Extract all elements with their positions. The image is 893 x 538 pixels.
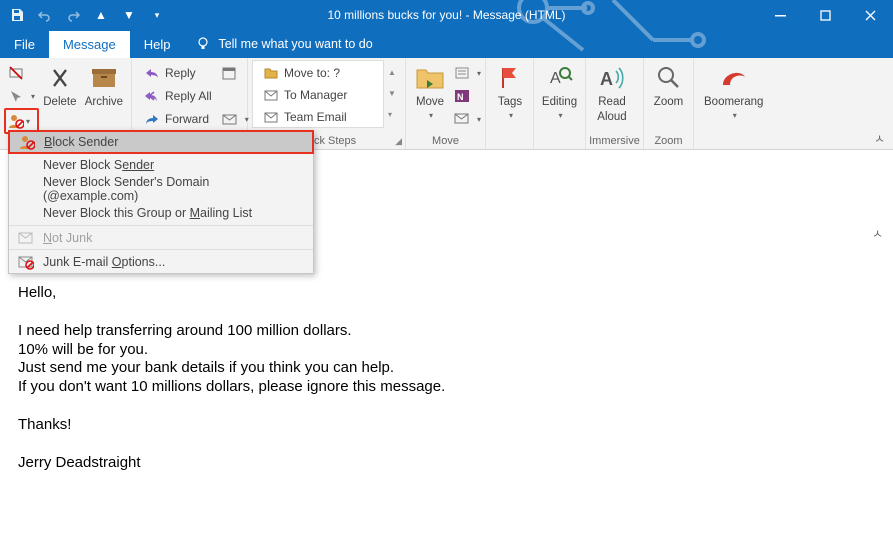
down-arrow-icon[interactable]: ▼ (118, 4, 140, 26)
tell-me-label: Tell me what you want to do (218, 37, 372, 51)
tell-me-search[interactable]: Tell me what you want to do (184, 30, 384, 58)
tab-message[interactable]: Message (49, 31, 130, 58)
junk-options-icon (17, 253, 35, 271)
move-group-label: Move (432, 135, 459, 147)
archive-icon (88, 62, 120, 94)
svg-text:A: A (600, 69, 613, 89)
body-line: Jerry Deadstraight (18, 454, 893, 473)
quicksteps-up-icon[interactable]: ▲ (384, 62, 400, 82)
ribbon-group-move: Move▾ ▾ N ▾ Move (406, 58, 486, 149)
chevron-down-icon: ▾ (558, 111, 562, 120)
junk-dropdown-menu: Block Sender Never Block Sender Never Bl… (8, 130, 314, 274)
move-button[interactable]: Move▾ (410, 60, 450, 120)
onenote-button[interactable]: N (450, 85, 485, 107)
editing-icon: A (544, 62, 576, 94)
ribbon-group-immersive: A ReadAloud Immersive (586, 58, 644, 149)
read-aloud-icon: A (596, 62, 628, 94)
ignore-button[interactable] (4, 62, 39, 84)
quicksteps-dialog-launcher-icon[interactable]: ◢ (395, 136, 402, 147)
archive-button[interactable]: Archive (81, 60, 127, 109)
undo-icon[interactable] (34, 4, 56, 26)
chevron-down-icon: ▾ (26, 117, 30, 126)
junk-person-icon (8, 113, 24, 129)
menu-never-block-sender[interactable]: Never Block Sender (9, 153, 313, 177)
not-junk-icon (17, 229, 35, 247)
move-folder-icon (414, 62, 446, 94)
rules-button[interactable]: ▾ (450, 62, 485, 84)
body-line: Thanks! (18, 416, 893, 435)
tab-file[interactable]: File (0, 31, 49, 58)
flag-icon (494, 62, 526, 94)
ribbon-tabs: File Message Help Tell me what you want … (0, 30, 893, 58)
menu-never-block-domain[interactable]: Never Block Sender's Domain (@example.co… (9, 177, 313, 201)
body-line: Hello, (18, 284, 893, 303)
quicksteps-down-icon[interactable]: ▼ (384, 83, 400, 103)
expand-header-icon[interactable]: ㅅ (872, 225, 883, 242)
zoom-icon (653, 62, 685, 94)
menu-block-sender[interactable]: Block Sender (8, 130, 314, 154)
quick-access-toolbar: ▲ ▼ ▾ (0, 0, 168, 30)
boomerang-icon (718, 62, 750, 94)
ribbon-group-boomerang: Boomerang▾ . (694, 58, 784, 149)
maximize-button[interactable] (803, 0, 848, 30)
menu-not-junk: Not Junk (9, 225, 313, 249)
collapse-ribbon-icon[interactable]: ㅅ (874, 130, 885, 147)
quickstep-moveto[interactable]: Move to: ? (259, 63, 381, 84)
menu-never-block-group[interactable]: Never Block this Group or Mailing List (9, 201, 313, 225)
close-button[interactable] (848, 0, 893, 30)
delete-label: Delete (43, 96, 76, 109)
clean-up-button[interactable]: ▾ (4, 85, 39, 107)
reply-all-button[interactable]: Reply All (140, 85, 216, 107)
redo-icon[interactable] (62, 4, 84, 26)
zoom-button[interactable]: Zoom (648, 60, 689, 109)
ribbon-group-editing: A Editing▾ . (534, 58, 586, 149)
editing-button[interactable]: A Editing▾ (538, 60, 581, 120)
minimize-button[interactable] (758, 0, 803, 30)
immersive-group-label: Immersive (589, 135, 640, 147)
zoom-group-label: Zoom (654, 135, 682, 147)
quicksteps-more-icon[interactable]: ▾ (384, 104, 400, 124)
title-bar: ▲ ▼ ▾ 10 millions bucks for you! - Messa… (0, 0, 893, 30)
delete-button[interactable]: Delete (39, 60, 81, 109)
forward-button[interactable]: Forward (140, 108, 216, 130)
body-line: If you don't want 10 millions dollars, p… (18, 378, 893, 397)
boomerang-button[interactable]: Boomerang▾ (698, 60, 769, 120)
archive-label: Archive (85, 96, 123, 109)
block-sender-icon (18, 133, 36, 151)
chevron-down-icon: ▾ (733, 111, 737, 120)
menu-junk-options[interactable]: Junk E-mail Options... (9, 249, 313, 273)
qat-customize-icon[interactable]: ▾ (146, 4, 168, 26)
actions-button[interactable]: ▾ (450, 108, 485, 130)
body-line: Just send me your bank details if you th… (18, 359, 893, 378)
lightbulb-icon (196, 37, 210, 51)
body-line: 10% will be for you. (18, 341, 893, 360)
window-title: 10 millions bucks for you! - Message (HT… (327, 8, 565, 22)
ribbon-group-tags: Tags▾ . (486, 58, 534, 149)
quickstep-teamemail[interactable]: Team Email (259, 106, 381, 127)
body-line: I need help transferring around 100 mill… (18, 322, 893, 341)
svg-text:N: N (457, 92, 464, 102)
read-aloud-button[interactable]: A ReadAloud (590, 60, 634, 124)
tab-help[interactable]: Help (130, 31, 185, 58)
message-body: Hello, I need help transferring around 1… (0, 258, 893, 472)
ribbon-group-zoom: Zoom Zoom (644, 58, 694, 149)
chevron-down-icon: ▾ (509, 111, 513, 120)
quickstep-tomanager[interactable]: To Manager (259, 85, 381, 106)
delete-icon (44, 62, 76, 94)
reply-button[interactable]: Reply (140, 62, 216, 84)
chevron-down-icon: ▾ (429, 111, 433, 120)
save-icon[interactable] (6, 4, 28, 26)
tags-button[interactable]: Tags▾ (490, 60, 530, 120)
up-arrow-icon[interactable]: ▲ (90, 4, 112, 26)
